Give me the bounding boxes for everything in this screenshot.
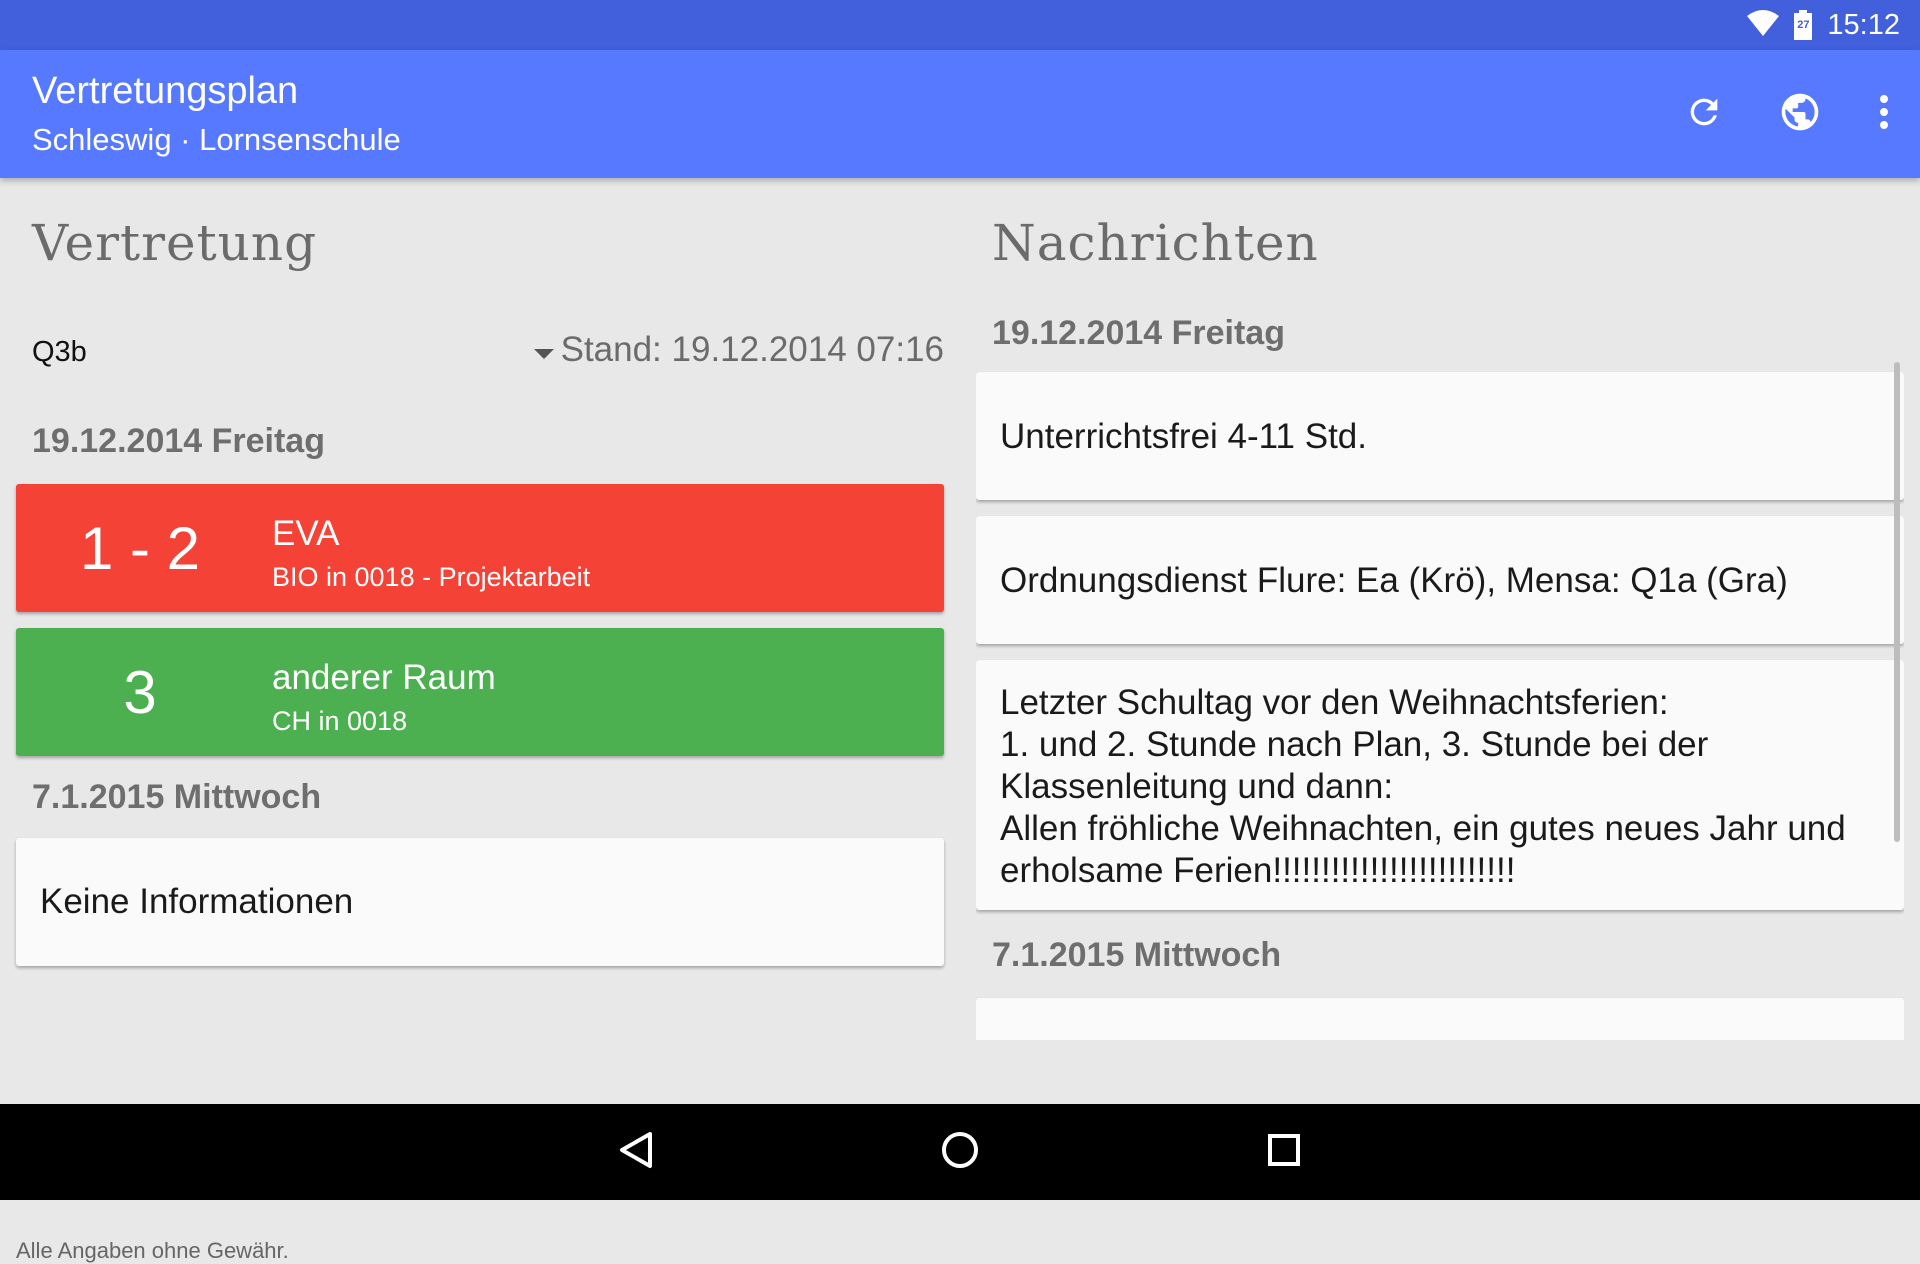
message-line: 1. und 2. Stunde nach Plan, 3. Stunde be…: [1000, 725, 1709, 764]
wifi-icon: [1747, 9, 1780, 41]
lesson-number: 1 - 2: [79, 514, 201, 582]
substitution-detail: CH in 0018: [272, 706, 408, 736]
substitution-type: EVA: [272, 514, 340, 553]
status-bar: 27 15:12: [0, 0, 1920, 50]
message-line: Klassenleitung und dann:: [1000, 767, 1394, 806]
info-card: Keine Informationen: [16, 838, 944, 966]
overflow-menu-button[interactable]: [1848, 66, 1920, 162]
message-line: erholsame Ferien!!!!!!!!!!!!!!!!!!!!!!!!…: [1000, 851, 1516, 890]
app-bar: Vertretungsplan Schleswig · Lornsenschul…: [0, 50, 1920, 178]
substitution-detail: BIO in 0018 - Projektarbeit: [272, 562, 591, 592]
class-selector-row: Q3b Stand: 19.12.2014 07:16: [16, 316, 944, 396]
substitution-card[interactable]: 3 anderer Raum CH in 0018: [16, 628, 944, 756]
refresh-button[interactable]: [1656, 66, 1752, 162]
more-vert-icon: [1878, 94, 1890, 135]
lesson-number: 3: [123, 658, 157, 726]
globe-icon: [1778, 90, 1822, 139]
message-card: Ordnungsdienst Flure: Ea (Krö), Mensa: Q…: [976, 516, 1904, 644]
message-card: Letzter Schultag vor den Weihnachtsferie…: [976, 660, 1904, 910]
back-button[interactable]: [576, 1104, 696, 1200]
day-header: 7.1.2015 Mittwoch: [992, 936, 1282, 974]
status-clock: 15:12: [1827, 8, 1900, 41]
day-header: 19.12.2014 Freitag: [32, 422, 325, 460]
substitution-heading: Vertretung: [32, 214, 318, 272]
message-text: Ordnungsdienst Flure: Ea (Krö), Mensa: Q…: [1000, 561, 1788, 600]
disclaimer: Alle Angaben ohne Gewähr.: [16, 1238, 289, 1263]
message-line: Letzter Schultag vor den Weihnachtsferie…: [1000, 683, 1669, 722]
recents-icon: [1267, 1133, 1301, 1172]
message-text: Unterrichtsfrei 4-11 Std.: [1000, 417, 1367, 456]
last-update-label: Stand: 19.12.2014 07:16: [560, 330, 944, 369]
substitution-type: anderer Raum: [272, 658, 496, 697]
recents-button[interactable]: [1224, 1104, 1344, 1200]
scrollbar-thumb[interactable]: [1894, 362, 1900, 842]
battery-icon: 27: [1793, 10, 1813, 40]
messages-heading: Nachrichten: [992, 214, 1319, 272]
message-card: [976, 998, 1904, 1040]
navigation-bar: [0, 1104, 1920, 1200]
home-button[interactable]: [900, 1104, 1020, 1200]
day-header: 7.1.2015 Mittwoch: [32, 778, 322, 816]
substitution-card[interactable]: 1 - 2 EVA BIO in 0018 - Projektarbeit: [16, 484, 944, 612]
class-spinner[interactable]: Q3b: [32, 316, 554, 396]
class-spinner-value: Q3b: [32, 336, 87, 368]
refresh-icon: [1684, 92, 1724, 137]
app-bar-actions: [1656, 50, 1920, 178]
app-subtitle: Schleswig · Lornsenschule: [32, 122, 401, 157]
back-icon: [618, 1130, 654, 1175]
day-header: 19.12.2014 Freitag: [992, 314, 1285, 352]
website-button[interactable]: [1752, 66, 1848, 162]
app-title: Vertretungsplan: [32, 70, 299, 112]
messages-list[interactable]: 19.12.2014 Freitag Unterrichtsfrei 4-11 …: [976, 308, 1904, 1040]
info-text: Keine Informationen: [40, 882, 354, 921]
message-card: Unterrichtsfrei 4-11 Std.: [976, 372, 1904, 500]
message-text: Letzter Schultag vor den Weihnachtsferie…: [1000, 682, 1890, 892]
status-icons: 27 15:12: [1747, 0, 1900, 50]
dropdown-arrow-icon: [534, 349, 554, 359]
battery-level: 27: [1797, 19, 1810, 31]
message-line: Allen fröhliche Weihnachten, ein gutes n…: [1000, 809, 1846, 848]
home-icon: [940, 1130, 980, 1175]
